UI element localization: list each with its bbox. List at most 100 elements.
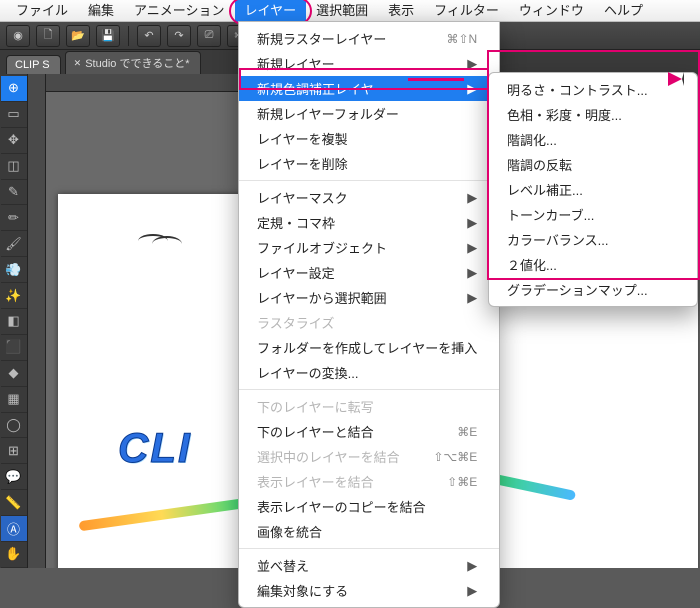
menu-item-ruler[interactable]: 定規・コマ枠▶	[239, 210, 499, 235]
submenu-invert[interactable]: 階調の反転	[489, 152, 697, 177]
menu-help[interactable]: ヘルプ	[594, 0, 653, 22]
menu-item-label: 表示レイヤーのコピーを結合	[257, 497, 426, 516]
menu-item-label: 選択中のレイヤーを結合	[257, 447, 400, 466]
menu-item-sel-from[interactable]: レイヤーから選択範囲▶	[239, 285, 499, 310]
menu-shortcut: ⇧⌥⌘E	[433, 450, 477, 464]
undo-icon[interactable]: ↶	[137, 25, 161, 47]
menu-item-merge-below[interactable]: 下のレイヤーと結合 ⌘E	[239, 419, 499, 444]
zoom-tool[interactable]: ⊕	[1, 76, 27, 102]
menu-separator	[239, 389, 499, 390]
record-icon[interactable]: ◉	[6, 25, 30, 47]
menu-item-label: レイヤーを削除	[257, 154, 348, 173]
menu-item-label: 階調の反転	[507, 155, 572, 174]
open-icon[interactable]: 📂	[66, 25, 90, 47]
airbrush-tool[interactable]: 💨	[1, 257, 27, 283]
menu-item-merge-selected: 選択中のレイヤーを結合 ⇧⌥⌘E	[239, 444, 499, 469]
menu-item-label: 新規色調補正レイヤー	[257, 79, 387, 98]
tool-palette: ⊕ ▭ ✥ ◫ ✎ ✏ 🖌 💨 ✨ ◧ ⬛ ◆ ▦ ◯ ⊞ 💬 📏 Ⓐ ✋	[0, 74, 28, 568]
submenu-gradient-map[interactable]: グラデーションマップ...	[489, 277, 697, 302]
menu-item-label: 下のレイヤーと結合	[257, 422, 374, 441]
clear-icon[interactable]: ⎚	[197, 25, 221, 47]
submenu-posterize[interactable]: 階調化...	[489, 127, 697, 152]
menu-item-label: レイヤーの変換...	[257, 363, 358, 382]
gradient-tool[interactable]: ▦	[1, 387, 27, 413]
save-icon[interactable]: 💾	[96, 25, 120, 47]
menu-item-new-folder[interactable]: 新規レイヤーフォルダー	[239, 101, 499, 126]
close-icon[interactable]: ✕	[74, 58, 82, 69]
menu-item-delete[interactable]: レイヤーを削除	[239, 151, 499, 176]
menu-item-label: 新規レイヤー	[257, 54, 335, 73]
menu-item-label: 下のレイヤーに転写	[257, 397, 374, 416]
menu-item-flatten[interactable]: 画像を統合	[239, 519, 499, 544]
menu-item-label: 表示レイヤーを結合	[257, 472, 374, 491]
menu-item-label: レイヤーを複製	[257, 129, 348, 148]
menu-shortcut: ⌘E	[457, 425, 477, 439]
menu-file[interactable]: ファイル	[6, 0, 78, 22]
chevron-right-icon: ▶	[467, 558, 477, 574]
fill-tool[interactable]: ◆	[1, 361, 27, 387]
new-icon[interactable]: 🗋	[36, 25, 60, 47]
layer-menu: 新規ラスターレイヤー ⌘⇧N 新規レイヤー ▶ 新規色調補正レイヤー ▶ 新規レ…	[238, 21, 500, 608]
menu-edit[interactable]: 編集	[78, 0, 124, 22]
redo-icon[interactable]: ↷	[167, 25, 191, 47]
menu-shortcut: ⇧⌘E	[447, 475, 477, 489]
submenu-color-balance[interactable]: カラーバランス...	[489, 227, 697, 252]
move-tool[interactable]: ▭	[1, 102, 27, 128]
menu-view[interactable]: 表示	[378, 0, 424, 22]
submenu-hue-saturation[interactable]: 色相・彩度・明度...	[489, 102, 697, 127]
pencil-tool[interactable]: ✏	[1, 205, 27, 231]
menu-item-rasterize: ラスタライズ	[239, 310, 499, 335]
menu-item-new-raster[interactable]: 新規ラスターレイヤー ⌘⇧N	[239, 26, 499, 51]
blend-tool[interactable]: ⬛	[1, 335, 27, 361]
frame-tool[interactable]: ⊞	[1, 438, 27, 464]
adjustment-layer-submenu: 明るさ・コントラスト... 色相・彩度・明度... 階調化... 階調の反転 レ…	[488, 72, 698, 307]
correct-tool[interactable]: ✋	[1, 542, 27, 568]
eraser-tool[interactable]: ◧	[1, 309, 27, 335]
chevron-right-icon: ▶	[467, 265, 477, 281]
chevron-right-icon: ▶	[467, 290, 477, 306]
ruler-vertical	[28, 74, 46, 568]
menu-item-label: 新規ラスターレイヤー	[257, 29, 386, 48]
menu-item-merge-visible-copy[interactable]: 表示レイヤーのコピーを結合	[239, 494, 499, 519]
menu-item-label: ラスタライズ	[257, 313, 334, 332]
menu-item-new-adjustment-layer[interactable]: 新規色調補正レイヤー ▶	[239, 76, 499, 101]
tab-1[interactable]: CLIP S	[6, 55, 61, 74]
figure-tool[interactable]: ◯	[1, 413, 27, 439]
pen-tool[interactable]: ✎	[1, 180, 27, 206]
menu-item-arrange[interactable]: 並べ替え▶	[239, 553, 499, 578]
toolbar-sep	[128, 26, 129, 46]
tab-2[interactable]: ✕ Studio でできること*	[65, 51, 201, 74]
menu-item-label: 新規レイヤーフォルダー	[257, 104, 399, 123]
submenu-brightness-contrast[interactable]: 明るさ・コントラスト...	[489, 77, 697, 102]
menu-shortcut: ⌘⇧N	[447, 32, 478, 46]
menu-item-duplicate[interactable]: レイヤーを複製	[239, 126, 499, 151]
chevron-right-icon: ▶	[467, 215, 477, 231]
menu-item-new-layer[interactable]: 新規レイヤー ▶	[239, 51, 499, 76]
menu-window[interactable]: ウィンドウ	[509, 0, 594, 22]
balloon-tool[interactable]: 💬	[1, 464, 27, 490]
submenu-tone-curve[interactable]: トーンカーブ...	[489, 202, 697, 227]
menu-selection[interactable]: 選択範囲	[306, 0, 378, 22]
menu-filter[interactable]: フィルター	[424, 0, 509, 22]
menu-item-fileobj[interactable]: ファイルオブジェクト▶	[239, 235, 499, 260]
submenu-binarize[interactable]: ２値化...	[489, 252, 697, 277]
deco-tool[interactable]: ✨	[1, 283, 27, 309]
brush-tool[interactable]: 🖌	[1, 231, 27, 257]
menu-animation[interactable]: アニメーション	[124, 0, 234, 22]
operation-tool[interactable]: ✥	[1, 128, 27, 154]
text-tool[interactable]: Ⓐ	[1, 516, 27, 542]
menu-item-mask[interactable]: レイヤーマスク▶	[239, 185, 499, 210]
subview-tool[interactable]: ◫	[1, 154, 27, 180]
submenu-levels[interactable]: レベル補正...	[489, 177, 697, 202]
menu-item-label: 画像を統合	[257, 522, 322, 541]
menu-item-create-folder-insert[interactable]: フォルダーを作成してレイヤーを挿入	[239, 335, 499, 360]
menu-item-label: レベル補正...	[507, 180, 583, 199]
menu-item-label: 色相・彩度・明度...	[507, 105, 622, 124]
chevron-right-icon: ▶	[467, 583, 477, 599]
menu-item-settings[interactable]: レイヤー設定▶	[239, 260, 499, 285]
menu-item-convert[interactable]: レイヤーの変換...	[239, 360, 499, 385]
canvas-title-text: CLI	[118, 424, 192, 472]
menu-layer[interactable]: レイヤー	[235, 0, 307, 22]
menu-item-set-target[interactable]: 編集対象にする▶	[239, 578, 499, 603]
ruler-tool[interactable]: 📏	[1, 490, 27, 516]
